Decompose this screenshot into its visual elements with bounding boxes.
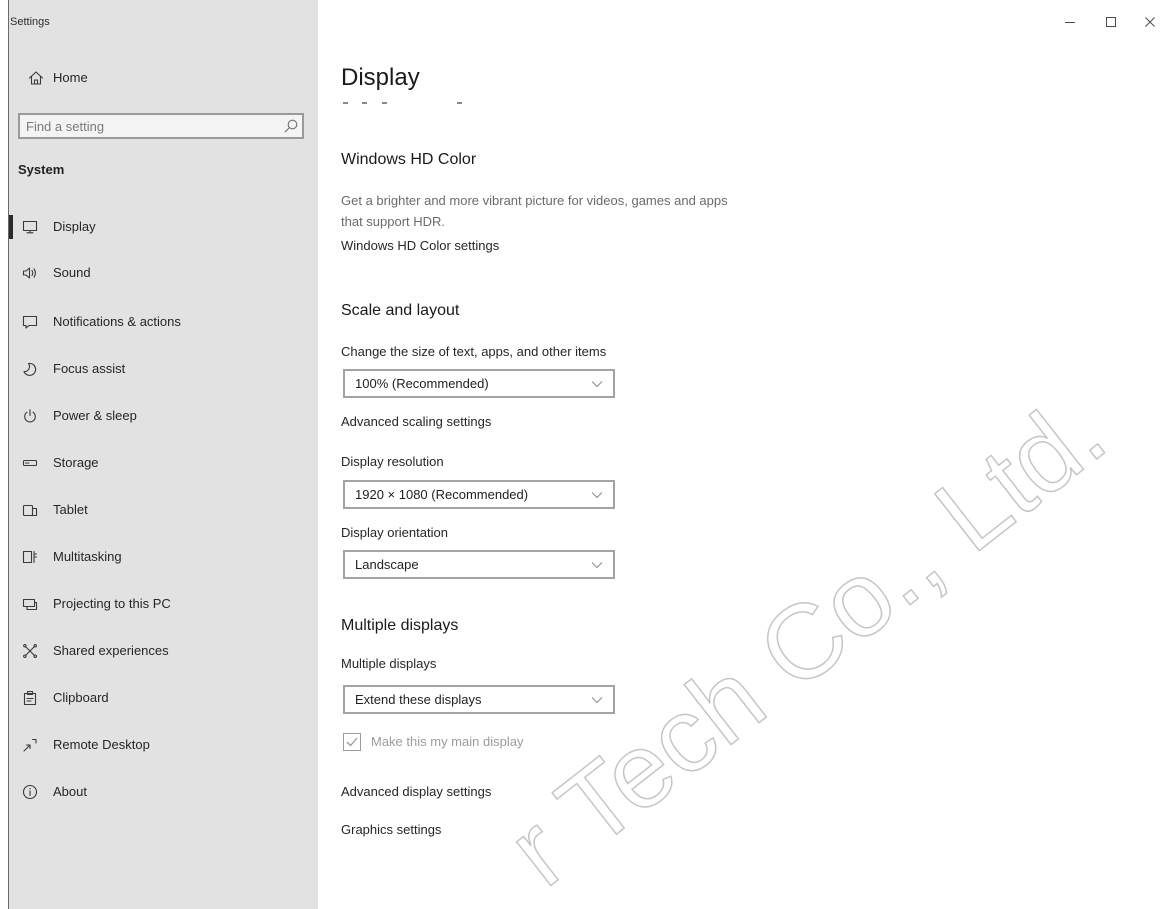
sidebar-item-power-sleep[interactable]: Power & sleep bbox=[9, 396, 310, 436]
window-controls bbox=[1050, 6, 1165, 38]
multitasking-icon bbox=[22, 550, 38, 564]
remote-desktop-icon bbox=[23, 738, 37, 752]
close-icon bbox=[1145, 17, 1155, 27]
multiple-displays-dropdown[interactable]: Extend these displays bbox=[343, 685, 615, 714]
search-icon[interactable] bbox=[284, 119, 298, 133]
hd-color-description-line: that support HDR. bbox=[341, 214, 446, 229]
close-button[interactable] bbox=[1131, 6, 1165, 38]
selection-indicator bbox=[9, 215, 13, 239]
projector-icon bbox=[22, 598, 38, 611]
sidebar-item-multitasking[interactable]: Multitasking bbox=[9, 537, 310, 577]
sidebar-item-label: Projecting to this PC bbox=[53, 596, 171, 611]
maximize-icon bbox=[1106, 17, 1116, 27]
sidebar-item-label: Display bbox=[53, 219, 96, 234]
scrolled-clipped-text bbox=[382, 102, 387, 104]
dropdown-value: 1920 × 1080 (Recommended) bbox=[355, 487, 529, 502]
sidebar-item-sound[interactable]: Sound bbox=[9, 253, 310, 293]
tablet-icon bbox=[22, 504, 38, 517]
search-input[interactable] bbox=[20, 115, 272, 137]
home-icon bbox=[28, 71, 44, 85]
dropdown-value: 100% (Recommended) bbox=[355, 376, 489, 391]
sidebar-item-remote-desktop[interactable]: Remote Desktop bbox=[9, 725, 310, 765]
sidebar-item-label: Storage bbox=[53, 455, 99, 470]
storage-drive-icon bbox=[22, 459, 38, 467]
sidebar-item-projecting[interactable]: Projecting to this PC bbox=[9, 584, 310, 624]
chevron-down-icon bbox=[591, 381, 603, 388]
section-title: System bbox=[18, 162, 65, 177]
clipboard-icon bbox=[23, 690, 37, 706]
hd-color-settings-link[interactable]: Windows HD Color settings bbox=[341, 238, 499, 254]
scale-dropdown[interactable]: 100% (Recommended) bbox=[343, 369, 615, 398]
sidebar-item-display[interactable]: Display bbox=[9, 207, 310, 247]
notifications-icon bbox=[22, 315, 38, 329]
minimize-button[interactable] bbox=[1050, 6, 1090, 38]
chevron-down-icon bbox=[591, 697, 603, 704]
sidebar-item-notifications[interactable]: Notifications & actions bbox=[9, 302, 310, 342]
sidebar-item-label: Power & sleep bbox=[53, 408, 137, 423]
sidebar-item-label: Home bbox=[53, 70, 88, 85]
orientation-label: Display orientation bbox=[341, 525, 448, 540]
sidebar-item-about[interactable]: About bbox=[9, 772, 310, 812]
sidebar-item-clipboard[interactable]: Clipboard bbox=[9, 678, 310, 718]
sidebar-item-label: Shared experiences bbox=[53, 643, 169, 658]
multiple-displays-heading: Multiple displays bbox=[341, 617, 459, 634]
search-box[interactable] bbox=[18, 113, 304, 139]
sidebar-item-label: Focus assist bbox=[53, 361, 126, 376]
sidebar-item-label: Notifications & actions bbox=[53, 314, 181, 329]
scrolled-clipped-text bbox=[343, 102, 348, 104]
hd-color-heading: Windows HD Color bbox=[341, 151, 477, 168]
sidebar-item-label: Tablet bbox=[53, 502, 88, 517]
multiple-displays-label: Multiple displays bbox=[341, 656, 437, 671]
scrolled-clipped-text bbox=[362, 102, 367, 104]
main-display-checkbox[interactable] bbox=[343, 733, 361, 751]
main-display-checkbox-label: Make this my main display bbox=[371, 734, 524, 749]
resolution-dropdown[interactable]: 1920 × 1080 (Recommended) bbox=[343, 480, 615, 509]
advanced-display-settings-link[interactable]: Advanced display settings bbox=[341, 784, 491, 800]
scale-label: Change the size of text, apps, and other… bbox=[341, 344, 607, 359]
orientation-dropdown[interactable]: Landscape bbox=[343, 550, 615, 579]
graphics-settings-link[interactable]: Graphics settings bbox=[341, 822, 441, 838]
shared-experiences-icon bbox=[23, 644, 37, 658]
dropdown-value: Landscape bbox=[355, 557, 419, 572]
sidebar-item-label: Clipboard bbox=[53, 690, 109, 705]
dropdown-value: Extend these displays bbox=[355, 692, 482, 707]
sidebar-item-label: About bbox=[53, 784, 87, 799]
resolution-label: Display resolution bbox=[341, 454, 444, 469]
checkmark-icon bbox=[346, 737, 358, 747]
moon-icon bbox=[23, 362, 37, 376]
advanced-scaling-link[interactable]: Advanced scaling settings bbox=[341, 414, 491, 430]
sidebar-item-storage[interactable]: Storage bbox=[9, 443, 310, 483]
sidebar-item-label: Multitasking bbox=[53, 549, 122, 564]
chevron-down-icon bbox=[591, 492, 603, 499]
speaker-icon bbox=[22, 267, 36, 279]
hd-color-description-line: Get a brighter and more vibrant picture … bbox=[341, 193, 728, 208]
sidebar-item-shared-experiences[interactable]: Shared experiences bbox=[9, 631, 310, 671]
app-title: Settings bbox=[10, 16, 50, 28]
info-icon bbox=[22, 784, 38, 800]
sidebar-item-label: Sound bbox=[53, 265, 91, 280]
sidebar-item-tablet[interactable]: Tablet bbox=[9, 490, 310, 530]
maximize-button[interactable] bbox=[1091, 6, 1131, 38]
page-title: Display bbox=[341, 64, 420, 91]
sidebar: Settings Home System Display Sou bbox=[8, 0, 318, 909]
sidebar-item-label: Remote Desktop bbox=[53, 737, 150, 752]
chevron-down-icon bbox=[591, 562, 603, 569]
main-content: Display Windows HD Color Get a brighter … bbox=[318, 0, 1165, 909]
minimize-icon bbox=[1065, 22, 1075, 23]
sidebar-item-home[interactable]: Home bbox=[9, 58, 310, 98]
display-icon bbox=[22, 220, 38, 234]
scale-layout-heading: Scale and layout bbox=[341, 302, 460, 319]
sidebar-item-focus-assist[interactable]: Focus assist bbox=[9, 349, 310, 389]
settings-window: Settings Home System Display Sou bbox=[0, 0, 1165, 909]
scrolled-clipped-text bbox=[457, 102, 462, 104]
power-icon bbox=[24, 409, 36, 423]
